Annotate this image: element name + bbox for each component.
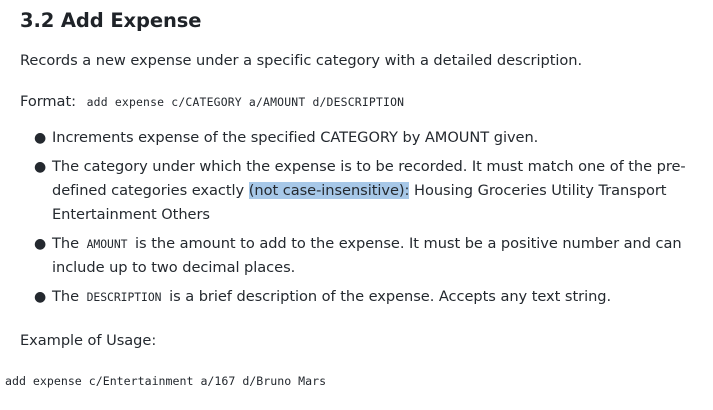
section-heading: 3.2 Add Expense <box>20 9 202 32</box>
bullet-icon: ● <box>34 130 47 146</box>
example-code-block: add expense c/Entertainment a/167 d/Brun… <box>5 374 327 388</box>
bullet-text: include up to two decimal places. <box>52 259 296 276</box>
bullet-text: Increments expense of the specified CATE… <box>52 129 539 146</box>
category-list: Entertainment Others <box>52 206 210 223</box>
bullet-icon: ● <box>34 289 47 305</box>
bullet-text: is the amount to add to the expense. It … <box>135 235 682 252</box>
format-code: add expense c/CATEGORY a/AMOUNT d/DESCRI… <box>86 95 405 109</box>
category-list: Housing Groceries Utility Transport <box>414 182 667 199</box>
bullet-text: The <box>52 288 79 305</box>
bullet-text: defined categories exactly <box>52 182 245 199</box>
format-line: Format: add expense c/CATEGORY a/AMOUNT … <box>20 90 404 114</box>
bullet-text: The <box>52 235 79 252</box>
list-item: ● The category under which the expense i… <box>20 155 700 227</box>
inline-code: DESCRIPTION <box>86 290 162 304</box>
bullet-text: is a brief description of the expense. A… <box>169 288 612 305</box>
example-label: Example of Usage: <box>20 332 157 349</box>
list-item: ● Increments expense of the specified CA… <box>20 126 700 150</box>
format-label: Format: <box>20 93 76 110</box>
bullet-icon: ● <box>34 236 47 252</box>
list-item: ● The AMOUNT is the amount to add to the… <box>20 232 700 280</box>
bullet-list: ● Increments expense of the specified CA… <box>20 126 700 314</box>
selected-text[interactable]: (not case-insensitive): <box>248 182 409 199</box>
inline-code: AMOUNT <box>86 237 128 251</box>
list-item: ● The DESCRIPTION is a brief description… <box>20 285 700 309</box>
bullet-icon: ● <box>34 159 47 175</box>
bullet-text: The category under which the expense is … <box>52 158 686 175</box>
section-description: Records a new expense under a specific c… <box>20 52 583 69</box>
